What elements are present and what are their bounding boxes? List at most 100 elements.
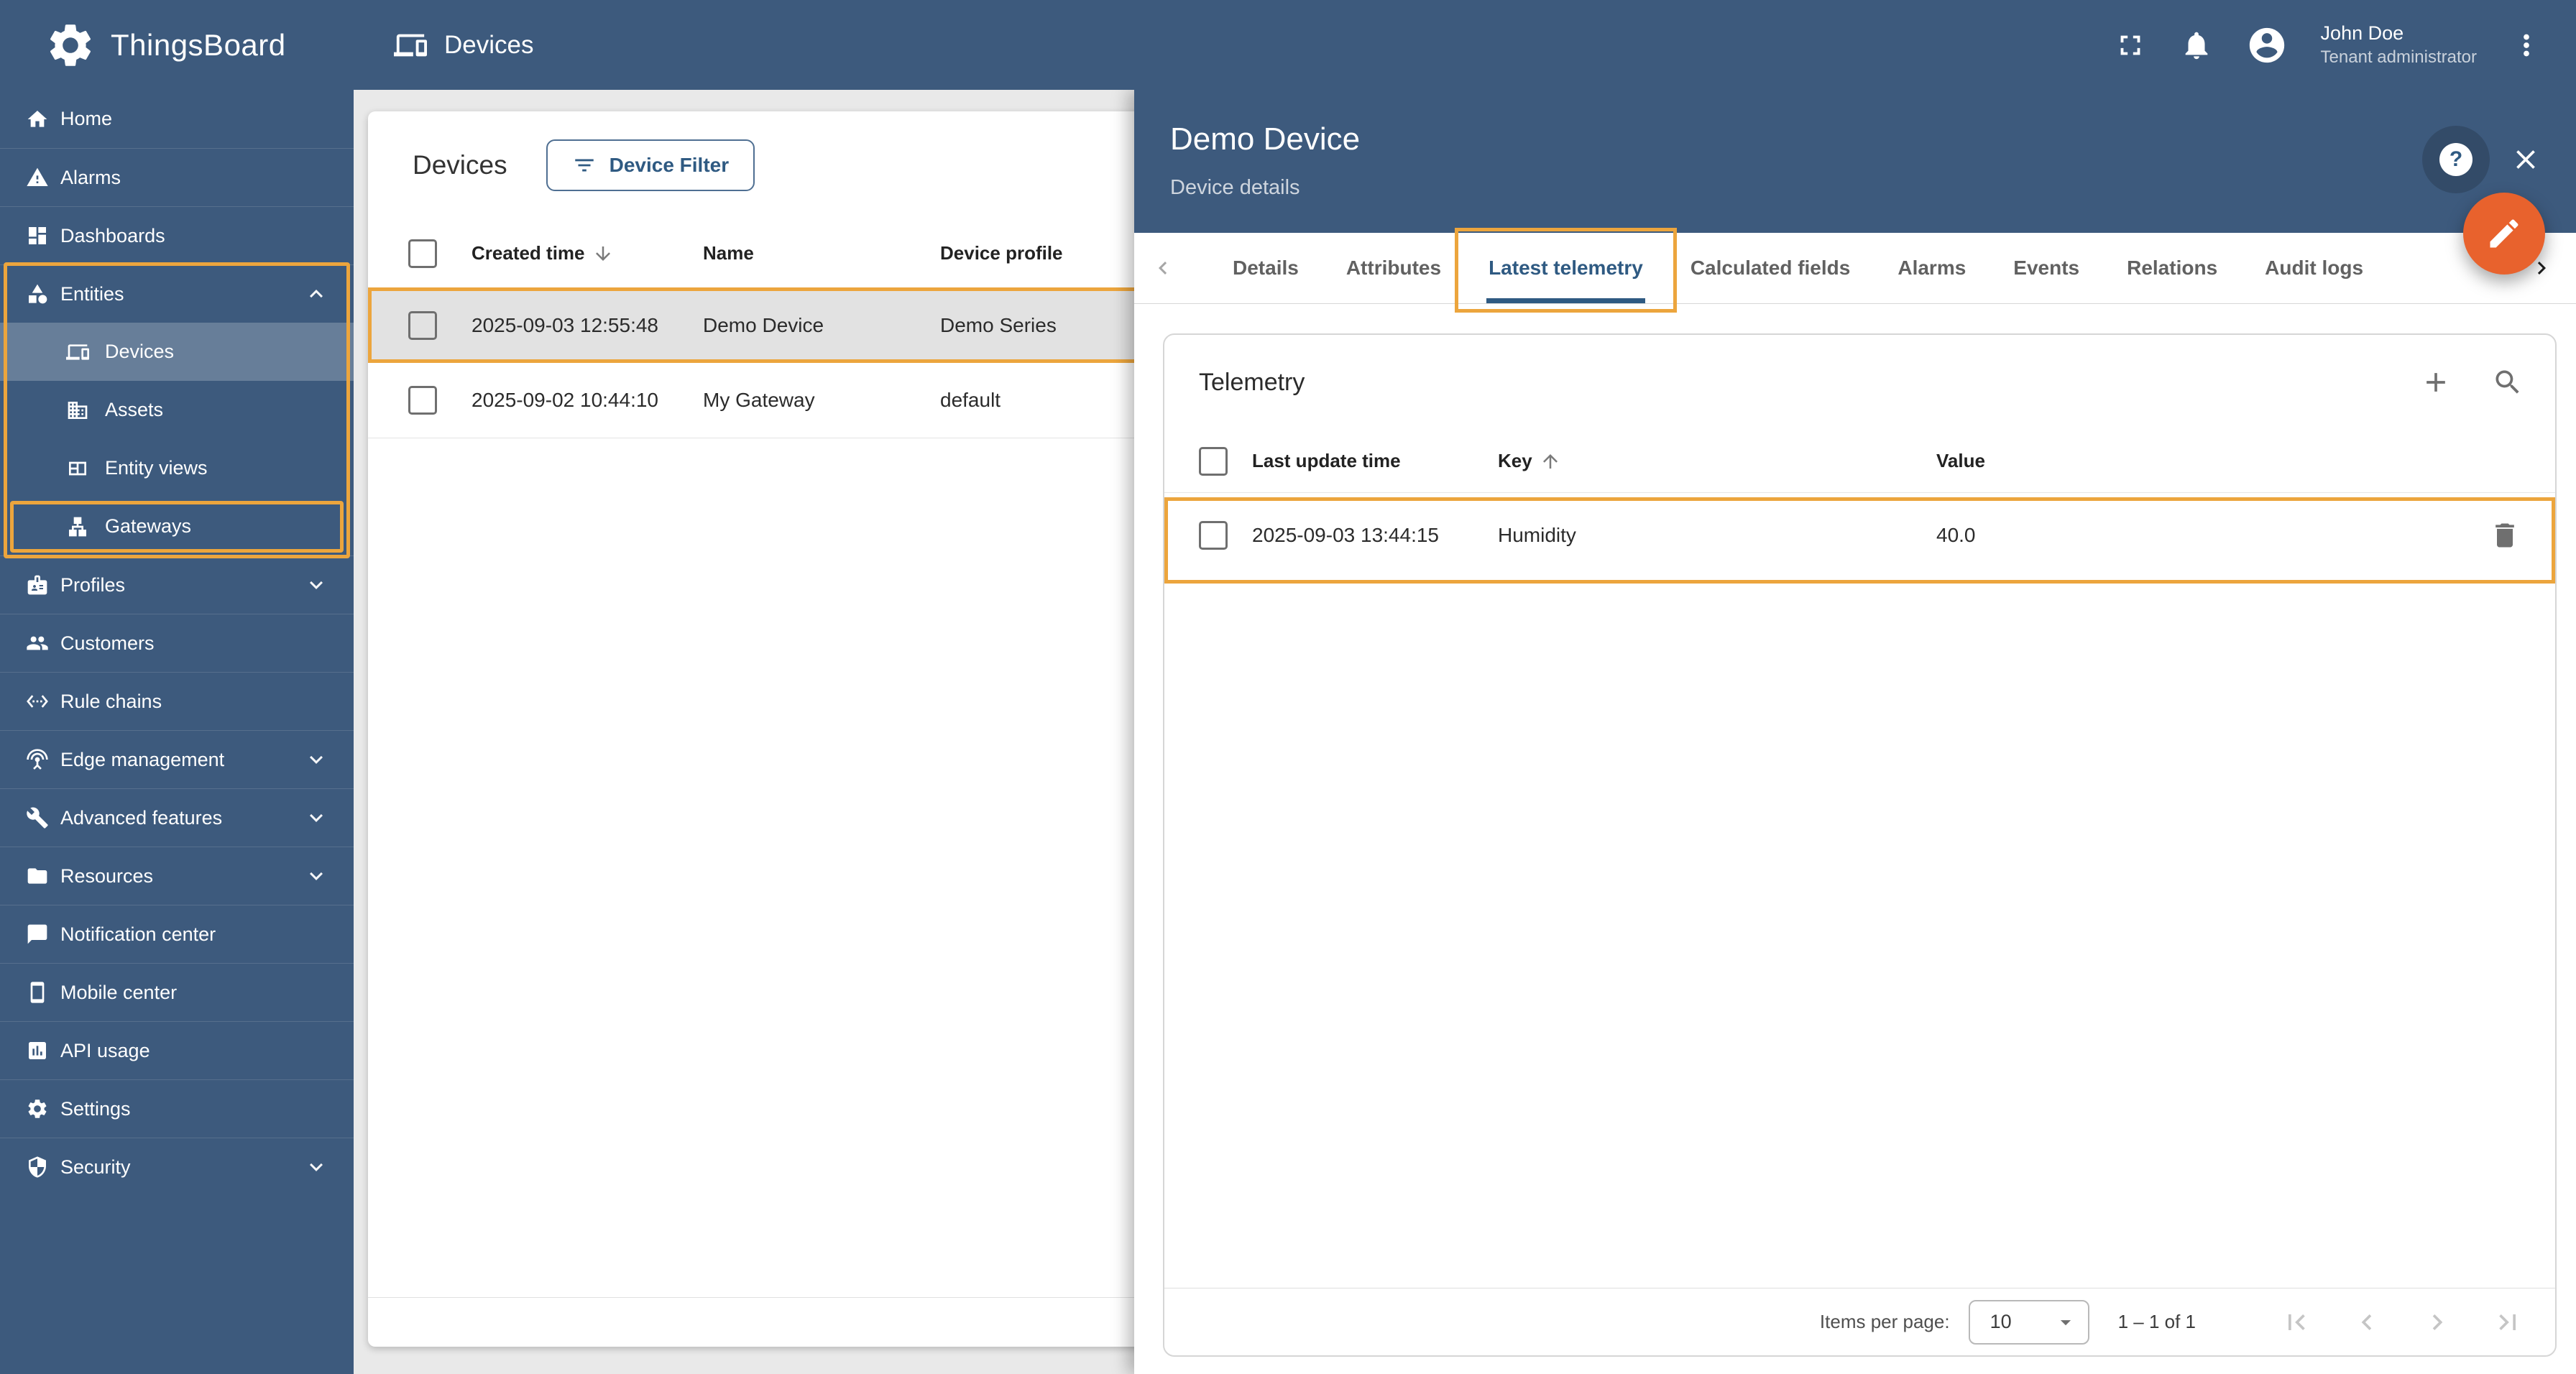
sidebar-item-rule-chains[interactable]: Rule chains <box>0 672 354 730</box>
telemetry-row-humidity[interactable]: 2025-09-03 13:44:15 Humidity 40.0 <box>1164 493 2555 584</box>
select-all-checkbox[interactable] <box>1199 446 1228 476</box>
sidebar-item-entities[interactable]: Entities <box>0 264 354 323</box>
sidebar-item-customers[interactable]: Customers <box>0 614 354 672</box>
tab-latest-telemetry[interactable]: Latest telemetry <box>1455 228 1677 313</box>
edge-management-icon <box>26 748 49 771</box>
device-details-panel: Demo Device Device details ? Details Att… <box>1134 90 2576 1374</box>
close-icon[interactable] <box>2510 144 2542 175</box>
tab-calculated-fields[interactable]: Calculated fields <box>1667 233 1874 303</box>
column-key[interactable]: Key <box>1498 450 1936 472</box>
api-usage-icon <box>26 1039 49 1062</box>
gateways-icon <box>66 515 89 538</box>
cell-device-profile: default <box>940 389 1001 411</box>
details-tabs: Details Attributes Latest telemetry Calc… <box>1134 228 2576 313</box>
home-icon <box>26 108 49 131</box>
sidebar-item-entity-views[interactable]: Entity views <box>0 439 354 497</box>
screen: ThingsBoard Devices John Doe Tenant admi… <box>0 0 2576 1374</box>
sidebar-item-gateways[interactable]: Gateways <box>0 497 354 555</box>
search-icon[interactable] <box>2492 366 2524 398</box>
column-value[interactable]: Value <box>1936 450 2555 472</box>
sidebar-item-edge-management[interactable]: Edge management <box>0 730 354 788</box>
sidebar-item-label: Dashboards <box>60 224 165 246</box>
sidebar-item-home[interactable]: Home <box>0 90 354 148</box>
telemetry-pagination: Items per page: 10 1 – 1 of 1 <box>1164 1288 2555 1355</box>
previous-page-icon[interactable] <box>2351 1306 2383 1338</box>
user-block[interactable]: John Doe Tenant administrator <box>2321 21 2477 68</box>
sidebar-item-label: Profiles <box>60 573 126 596</box>
filter-icon <box>572 153 597 177</box>
sidebar-item-settings[interactable]: Settings <box>0 1079 354 1138</box>
tab-details[interactable]: Details <box>1209 233 1322 303</box>
avatar[interactable] <box>2246 24 2288 66</box>
sidebar-item-mobile-center[interactable]: Mobile center <box>0 963 354 1021</box>
devices-panel: Devices Device Filter Created time Name … <box>368 111 1162 1347</box>
customers-icon <box>26 632 49 655</box>
more-menu-icon[interactable] <box>2510 29 2543 62</box>
device-row-my-gateway[interactable]: 2025-09-02 10:44:10 My Gateway default <box>368 363 1162 438</box>
telemetry-title: Telemetry <box>1199 368 1305 396</box>
pagination-range: 1 – 1 of 1 <box>2117 1311 2196 1332</box>
sidebar-item-label: Customers <box>60 632 155 654</box>
devices-toolbar: Devices Device Filter <box>368 111 1162 219</box>
devices-icon <box>66 341 89 364</box>
devices-page-icon <box>394 29 427 62</box>
sidebar-item-label: Gateways <box>105 515 192 537</box>
sidebar-item-security[interactable]: Security <box>0 1138 354 1196</box>
last-page-icon[interactable] <box>2492 1306 2524 1338</box>
tab-alarms[interactable]: Alarms <box>1874 233 1990 303</box>
row-checkbox[interactable] <box>408 386 437 415</box>
device-row-demo-device[interactable]: 2025-09-03 12:55:48 Demo Device Demo Ser… <box>368 287 1162 363</box>
sidebar-item-label: Assets <box>105 399 164 420</box>
cell-key: Humidity <box>1498 524 1576 546</box>
sidebar-item-alarms[interactable]: Alarms <box>0 148 354 206</box>
advanced-features-icon <box>26 806 49 829</box>
brand: ThingsBoard <box>0 19 354 71</box>
next-page-icon[interactable] <box>2421 1306 2453 1338</box>
row-checkbox[interactable] <box>408 310 437 340</box>
tab-attributes[interactable]: Attributes <box>1322 233 1465 303</box>
sidebar-item-resources[interactable]: Resources <box>0 847 354 905</box>
sidebar-item-devices[interactable]: Devices <box>0 323 354 381</box>
page-title: Devices <box>394 29 533 62</box>
tab-audit-logs[interactable]: Audit logs <box>2241 233 2387 303</box>
tabs-scroll-left-icon[interactable] <box>1150 255 1176 281</box>
notifications-icon[interactable] <box>2180 29 2213 62</box>
row-checkbox[interactable] <box>1199 521 1228 550</box>
column-last-update-time[interactable]: Last update time <box>1252 450 1498 472</box>
first-page-icon[interactable] <box>2281 1306 2312 1338</box>
top-bar: ThingsBoard Devices John Doe Tenant admi… <box>0 0 2576 90</box>
fullscreen-icon[interactable] <box>2114 29 2147 62</box>
sidebar-item-advanced-features[interactable]: Advanced features <box>0 788 354 847</box>
sidebar-item-notification-center[interactable]: Notification center <box>0 905 354 963</box>
thingsboard-logo-icon <box>45 19 96 71</box>
cell-name: My Gateway <box>703 389 815 411</box>
cell-created-time: 2025-09-02 10:44:10 <box>472 389 658 411</box>
help-button[interactable]: ? <box>2422 126 2490 193</box>
column-name[interactable]: Name <box>703 242 940 264</box>
sidebar-item-dashboards[interactable]: Dashboards <box>0 206 354 264</box>
select-all-checkbox[interactable] <box>408 239 437 268</box>
items-per-page-select[interactable]: 10 <box>1968 1299 2089 1345</box>
sidebar: Home Alarms Dashboards Entities Devices … <box>0 90 354 1374</box>
chevron-down-icon <box>303 805 329 831</box>
column-created-time[interactable]: Created time <box>472 242 703 264</box>
sidebar-item-profiles[interactable]: Profiles <box>0 555 354 614</box>
edit-device-fab[interactable] <box>2463 193 2545 275</box>
column-device-profile[interactable]: Device profile <box>940 242 1162 264</box>
devices-panel-title: Devices <box>413 150 507 180</box>
delete-telemetry-icon[interactable] <box>2489 520 2521 551</box>
sidebar-item-label: Advanced features <box>60 806 223 829</box>
cell-value: 40.0 <box>1936 524 1976 546</box>
tab-events[interactable]: Events <box>1990 233 2103 303</box>
chevron-down-icon <box>303 572 329 598</box>
details-title: Demo Device <box>1170 121 1361 157</box>
tab-relations[interactable]: Relations <box>2103 233 2241 303</box>
settings-icon <box>26 1097 49 1120</box>
entity-views-icon <box>66 457 89 480</box>
add-telemetry-icon[interactable] <box>2420 366 2452 398</box>
telemetry-card: Telemetry Last update time Key Value 202… <box>1163 333 2557 1357</box>
device-filter-button[interactable]: Device Filter <box>546 139 755 191</box>
sidebar-item-api-usage[interactable]: API usage <box>0 1021 354 1079</box>
sidebar-item-assets[interactable]: Assets <box>0 381 354 439</box>
active-tab-underline <box>1486 298 1645 303</box>
